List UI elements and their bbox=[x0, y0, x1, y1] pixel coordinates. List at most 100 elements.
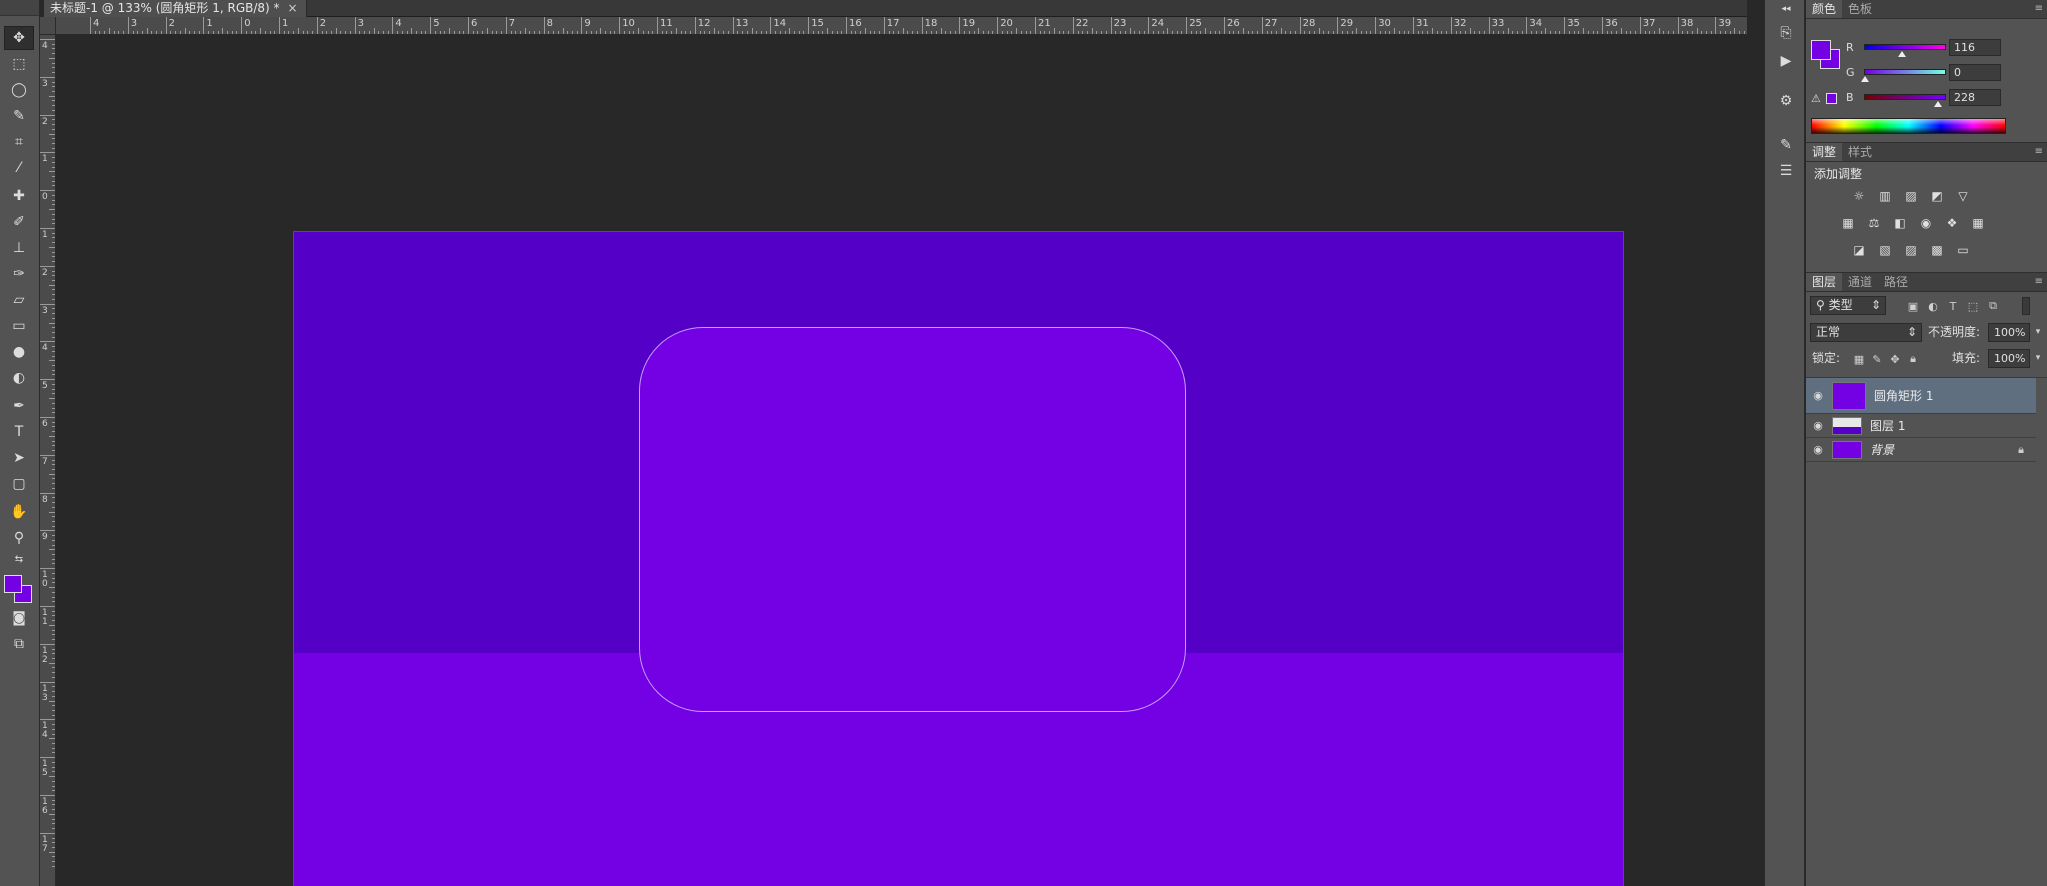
gradient-icon[interactable]: ▭ bbox=[4, 314, 34, 338]
ruler-origin[interactable] bbox=[40, 17, 56, 35]
invert-icon[interactable]: ◪ bbox=[1849, 241, 1869, 259]
brush-icon[interactable]: ✐ bbox=[4, 210, 34, 234]
panel-menu-icon[interactable]: ≡ bbox=[2035, 3, 2043, 14]
eraser-icon[interactable]: ▱ bbox=[4, 288, 34, 312]
lock-position-icon[interactable]: ✥ bbox=[1888, 352, 1902, 366]
close-icon[interactable]: × bbox=[288, 1, 298, 15]
pen-icon[interactable]: ✒ bbox=[4, 394, 34, 418]
panel-menu-icon[interactable]: ≡ bbox=[2035, 146, 2043, 157]
actions-icon[interactable]: ▶ bbox=[1775, 50, 1797, 72]
tab-styles[interactable]: 样式 bbox=[1842, 143, 1878, 161]
tab-adjustments[interactable]: 调整 bbox=[1806, 143, 1843, 161]
color-balance-icon[interactable]: ⚖ bbox=[1864, 214, 1884, 232]
exposure-icon[interactable]: ◩ bbox=[1927, 187, 1947, 205]
vibrance-icon[interactable]: ▽ bbox=[1953, 187, 1973, 205]
tool-presets-icon[interactable]: ☰ bbox=[1775, 160, 1797, 182]
history-brush-icon[interactable]: ✑ bbox=[4, 262, 34, 286]
filter-adjustment-icon[interactable]: ◐ bbox=[1926, 299, 1940, 313]
layer-name[interactable]: 背景 bbox=[1870, 441, 1894, 458]
document-canvas[interactable] bbox=[293, 231, 1624, 886]
filter-smart-object-icon[interactable]: ⧉ bbox=[1986, 299, 2000, 313]
tab-swatches[interactable]: 色板 bbox=[1842, 0, 1878, 18]
gamut-warning-icon[interactable]: ⚠ bbox=[1811, 92, 1821, 105]
panel-menu-icon[interactable]: ≡ bbox=[2035, 276, 2043, 287]
red-value-field[interactable]: 116 bbox=[1949, 39, 2001, 56]
type-icon[interactable]: T bbox=[4, 420, 34, 444]
blur-icon[interactable]: ● bbox=[4, 340, 34, 364]
canvas-area[interactable] bbox=[57, 36, 1747, 886]
posterize-icon[interactable]: ▧ bbox=[1875, 241, 1895, 259]
horizontal-ruler[interactable]: 4 3 2 1 0 1 2 3 4 5 6 7 8 9 10 11 12 13 14 15 16 17 18 19 20 21 22… bbox=[56, 17, 1747, 35]
crop-icon[interactable]: ⌗ bbox=[4, 130, 34, 154]
eye-icon[interactable]: ◉ bbox=[1806, 443, 1830, 456]
hand-icon[interactable]: ✋ bbox=[4, 500, 34, 524]
zoom-icon[interactable]: ⚲ bbox=[4, 526, 34, 550]
threshold-icon[interactable]: ▨ bbox=[1901, 241, 1921, 259]
filter-shape-icon[interactable]: ⬚ bbox=[1966, 299, 1980, 313]
brightness-icon[interactable]: ☼ bbox=[1849, 187, 1869, 205]
layer-row-background[interactable]: ◉ 背景 🔒︎ bbox=[1806, 438, 2036, 462]
layer-name[interactable]: 圆角矩形 1 bbox=[1874, 387, 1933, 404]
web-safe-swatch[interactable] bbox=[1826, 93, 1837, 104]
document-tab[interactable]: 未标题-1 @ 133% (圆角矩形 1, RGB/8) * × bbox=[44, 0, 307, 17]
green-slider-thumb[interactable] bbox=[1861, 76, 1869, 82]
layer-filter-select[interactable]: ⚲ 类型 ⇕ bbox=[1810, 296, 1886, 315]
stamp-icon[interactable]: ⊥ bbox=[4, 236, 34, 260]
brush-presets-icon[interactable]: ✎ bbox=[1775, 134, 1797, 156]
hue-saturation-icon[interactable]: ▦ bbox=[1838, 214, 1858, 232]
toolbar-grip[interactable] bbox=[0, 0, 39, 16]
rounded-rectangle-shape[interactable] bbox=[639, 327, 1186, 712]
blue-value-field[interactable]: 228 bbox=[1949, 89, 2001, 106]
dodge-icon[interactable]: ◐ bbox=[4, 366, 34, 390]
eye-icon[interactable]: ◉ bbox=[1806, 419, 1830, 432]
lock-all-icon[interactable]: 🔒︎ bbox=[1906, 352, 1920, 366]
tab-layers[interactable]: 图层 bbox=[1806, 273, 1843, 291]
levels-icon[interactable]: ▥ bbox=[1875, 187, 1895, 205]
fill-field[interactable]: 100% bbox=[1988, 349, 2030, 368]
layer-row-layer-1[interactable]: ◉ 图层 1 bbox=[1806, 414, 2036, 438]
quick-select-icon[interactable]: ✎ bbox=[4, 104, 34, 128]
color-panel-foreground-swatch[interactable] bbox=[1811, 40, 1831, 60]
red-slider-thumb[interactable] bbox=[1898, 51, 1907, 57]
eyedropper-icon[interactable]: ⁄ bbox=[4, 156, 34, 180]
lock-transparent-icon[interactable]: ▦ bbox=[1852, 352, 1866, 366]
chevron-down-icon[interactable]: ▾ bbox=[2031, 325, 2045, 339]
lasso-icon[interactable]: ◯ bbox=[4, 78, 34, 102]
gradient-map-icon[interactable]: ▭ bbox=[1953, 241, 1973, 259]
filter-toggle-switch[interactable] bbox=[2022, 297, 2030, 315]
shape-icon[interactable]: ▢ bbox=[4, 472, 34, 496]
black-white-icon[interactable]: ◧ bbox=[1890, 214, 1910, 232]
chevron-down-icon[interactable]: ▾ bbox=[2031, 351, 2045, 365]
blue-slider[interactable] bbox=[1864, 94, 1946, 107]
green-slider[interactable] bbox=[1861, 69, 1946, 82]
curves-icon[interactable]: ▨ bbox=[1901, 187, 1921, 205]
blend-mode-select[interactable]: 正常 ⇕ bbox=[1810, 323, 1922, 342]
tab-channels[interactable]: 通道 bbox=[1842, 273, 1878, 291]
collapse-icon[interactable]: ◂◂ bbox=[1775, 4, 1797, 14]
lock-pixels-icon[interactable]: ✎ bbox=[1870, 352, 1884, 366]
move-icon[interactable]: ✥ bbox=[4, 26, 34, 50]
filter-type-icon[interactable]: T bbox=[1946, 299, 1960, 313]
green-value-field[interactable]: 0 bbox=[1949, 64, 2001, 81]
channel-mixer-icon[interactable]: ❖ bbox=[1942, 214, 1962, 232]
screen-mode-icon[interactable]: ⧉ bbox=[4, 632, 34, 656]
vertical-ruler[interactable]: 4 3 2 1 0 1 2 3 4 5 6 7 8 9 10 11 12 13 14 15 16 17 bbox=[40, 35, 56, 886]
swap-colors-icon[interactable]: ⇆ bbox=[4, 552, 34, 566]
tab-paths[interactable]: 路径 bbox=[1878, 273, 1914, 291]
foreground-color-swatch[interactable] bbox=[4, 575, 22, 593]
blue-slider-thumb[interactable] bbox=[1934, 101, 1943, 107]
path-select-icon[interactable]: ➤ bbox=[4, 446, 34, 470]
tab-color[interactable]: 颜色 bbox=[1806, 0, 1843, 18]
filter-pixel-icon[interactable]: ▣ bbox=[1906, 299, 1920, 313]
marquee-icon[interactable]: ⬚ bbox=[4, 52, 34, 76]
layer-row-rounded-rect[interactable]: ◉ 圆角矩形 1 bbox=[1806, 378, 2036, 414]
red-slider[interactable] bbox=[1864, 44, 1946, 57]
properties-icon[interactable]: ⚙ bbox=[1775, 90, 1797, 112]
color-lookup-icon[interactable]: ▦ bbox=[1968, 214, 1988, 232]
history-icon[interactable]: ⎘ bbox=[1775, 22, 1797, 44]
healing-icon[interactable]: ✚ bbox=[4, 184, 34, 208]
color-spectrum-bar[interactable] bbox=[1811, 118, 2006, 134]
selective-color-icon[interactable]: ▩ bbox=[1927, 241, 1947, 259]
photo-filter-icon[interactable]: ◉ bbox=[1916, 214, 1936, 232]
opacity-field[interactable]: 100% bbox=[1988, 323, 2030, 342]
